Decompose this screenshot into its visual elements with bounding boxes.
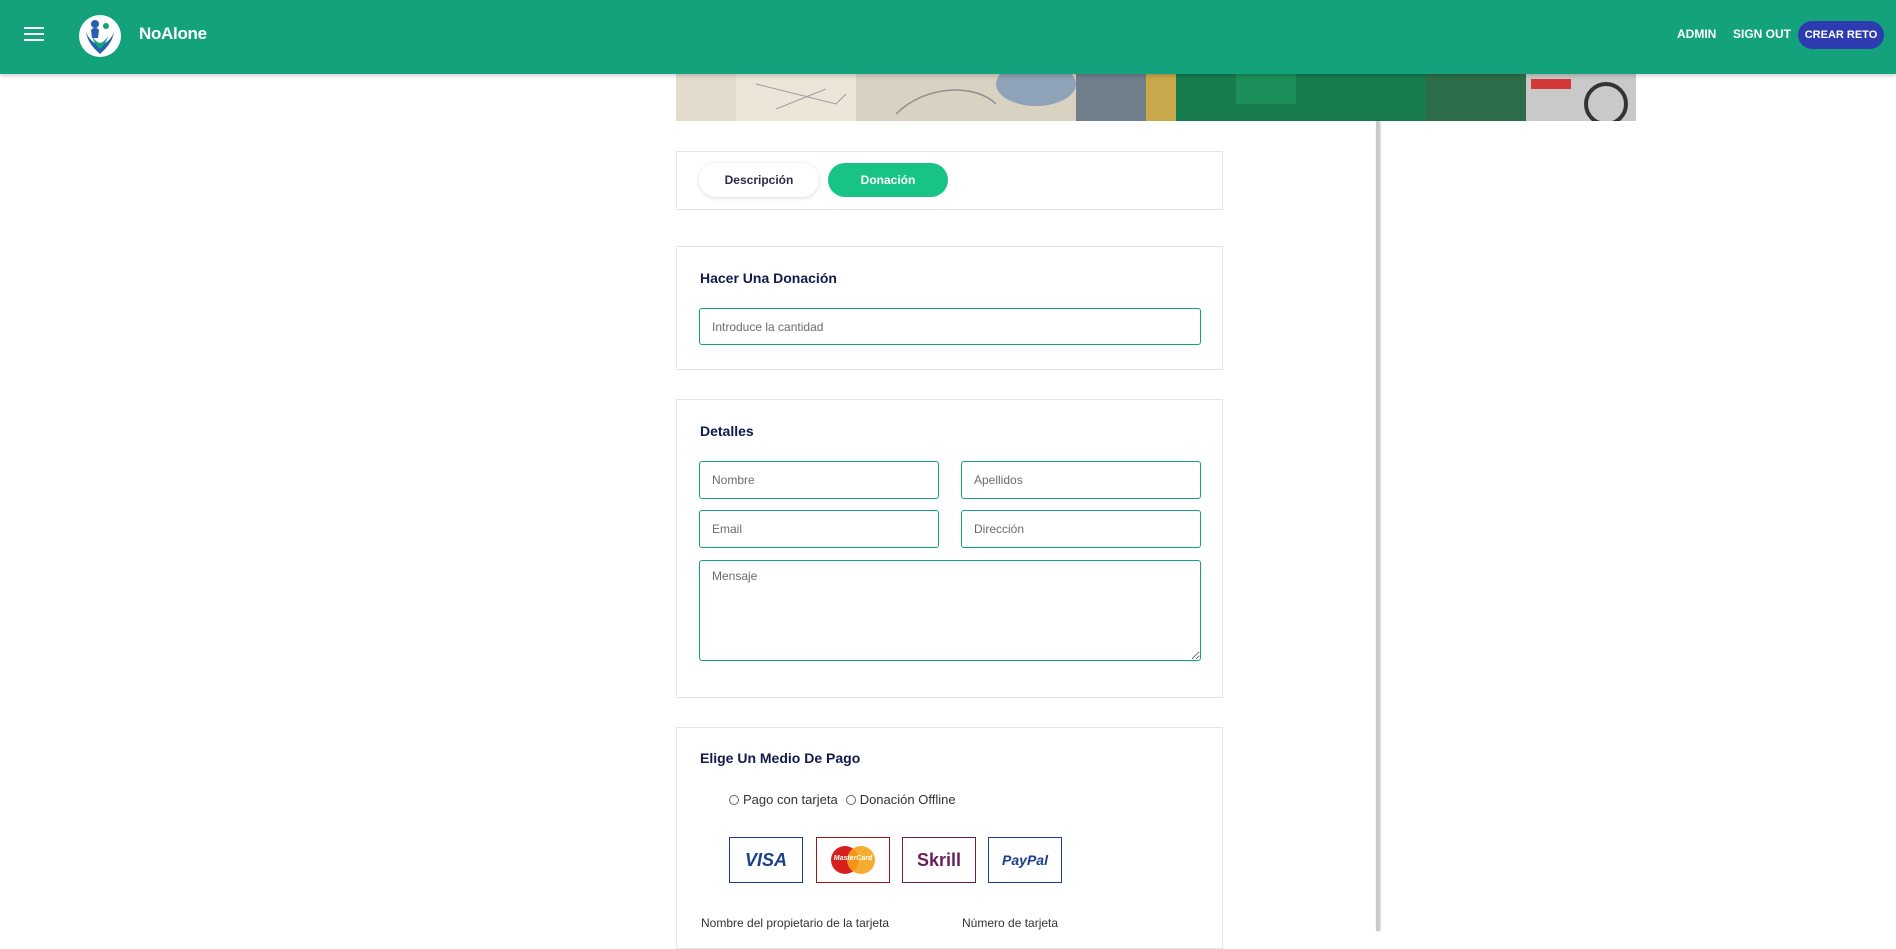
details-card: Detalles	[676, 399, 1223, 698]
payment-title: Elige Un Medio De Pago	[700, 750, 861, 766]
donation-title: Hacer Una Donación	[700, 270, 837, 286]
card-payment-label[interactable]: Pago con tarjeta	[743, 792, 838, 807]
paypal-logo: PayPal	[1002, 852, 1048, 868]
card-number-label: Número de tarjeta	[962, 916, 1059, 930]
nav-sign-out-link[interactable]: SIGN OUT	[1733, 27, 1791, 41]
email-field[interactable]	[699, 510, 939, 548]
mastercard-option[interactable]: MasterCard	[816, 837, 890, 883]
skrill-option[interactable]: Skrill	[902, 837, 976, 883]
offline-donation-radio[interactable]	[845, 794, 856, 805]
menu-icon[interactable]	[24, 27, 44, 43]
top-navbar: NoAlone ADMIN SIGN OUT CREAR RETO	[0, 0, 1896, 74]
card-holder-label: Nombre del propietario de la tarjeta	[701, 916, 890, 930]
nav-admin-link[interactable]: ADMIN	[1677, 27, 1716, 41]
visa-logo: VISA	[744, 849, 787, 870]
tab-description[interactable]: Descripción	[699, 163, 819, 197]
offline-donation-label[interactable]: Donación Offline	[860, 792, 956, 807]
first-name-field[interactable]	[699, 461, 939, 499]
brand-name[interactable]: NoAlone	[139, 24, 207, 44]
last-name-field[interactable]	[961, 461, 1201, 499]
hero-image	[676, 74, 1636, 121]
card-payment-radio[interactable]	[729, 794, 739, 805]
address-field[interactable]	[961, 510, 1201, 548]
skrill-logo: Skrill	[916, 849, 962, 870]
tab-donation[interactable]: Donación	[828, 163, 948, 197]
payment-card: Elige Un Medio De Pago Pago con tarjeta …	[676, 727, 1223, 949]
visa-option[interactable]: VISA	[729, 837, 803, 883]
page-divider	[1376, 121, 1379, 931]
mastercard-logo: MasterCard	[831, 846, 875, 874]
payment-option-group: Pago con tarjeta Donación Offline	[729, 792, 964, 807]
paypal-option[interactable]: PayPal	[988, 837, 1062, 883]
noalone-logo[interactable]	[78, 14, 122, 58]
create-challenge-button[interactable]: CREAR RETO	[1798, 21, 1884, 49]
donation-amount-input[interactable]	[699, 308, 1201, 345]
message-textarea[interactable]	[699, 560, 1201, 661]
tabs-card: Descripción Donación	[676, 151, 1223, 210]
donation-card: Hacer Una Donación	[676, 246, 1223, 370]
details-title: Detalles	[700, 423, 754, 439]
